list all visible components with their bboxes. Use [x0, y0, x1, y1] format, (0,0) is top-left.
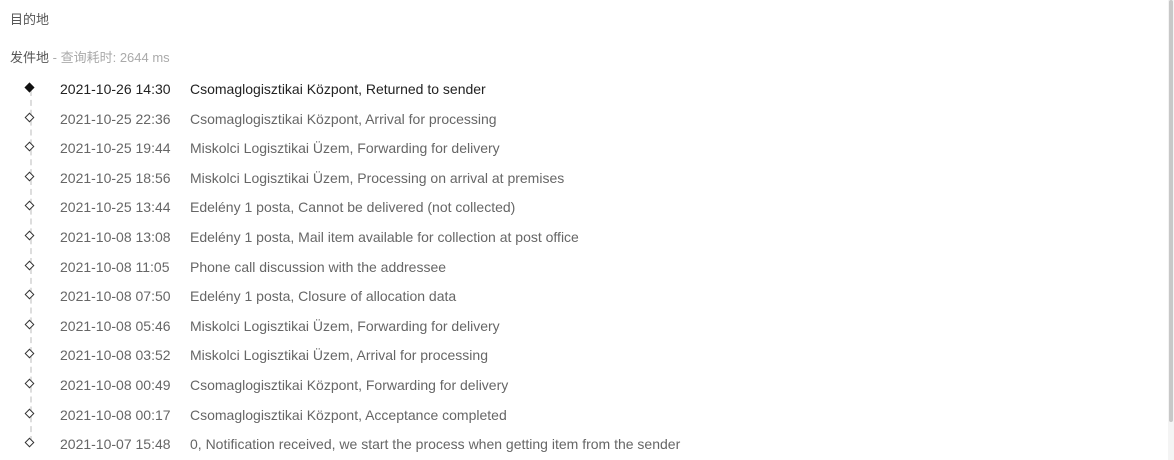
- event-time: 2021-10-08 11:05: [60, 258, 170, 275]
- event-time: 2021-10-25 22:36: [60, 110, 171, 127]
- event-description: Edelény 1 posta, Closure of allocation d…: [190, 288, 457, 305]
- event-description: Miskolci Logisztikai Üzem, Forwarding fo…: [190, 140, 500, 157]
- event-time: 2021-10-08 13:08: [60, 228, 171, 245]
- hollow-diamond-icon: [24, 289, 35, 300]
- origin-separator: -: [49, 50, 61, 65]
- hollow-diamond-icon: [24, 112, 35, 123]
- event-description: Csomaglogisztikai Központ, Acceptance co…: [190, 406, 507, 423]
- hollow-diamond-icon: [24, 141, 35, 152]
- event-time: 2021-10-26 14:30: [60, 81, 171, 97]
- event-description: Miskolci Logisztikai Üzem, Forwarding fo…: [190, 317, 500, 334]
- timeline-event: 2021-10-08 05:46 Miskolci Logisztikai Üze…: [0, 311, 1168, 341]
- hollow-diamond-icon: [24, 437, 35, 448]
- event-time: 2021-10-25 13:44: [60, 199, 171, 216]
- origin-label: 发件地: [10, 50, 50, 65]
- hollow-diamond-icon: [24, 319, 35, 330]
- timeline-event: 2021-10-08 13:08 Edelény 1 posta, Mail it…: [0, 222, 1168, 252]
- origin-line: 发件地 - 查询耗时: 2644 ms: [10, 47, 170, 66]
- event-time: 2021-10-08 05:46: [60, 317, 171, 334]
- event-description: Phone call discussion with the addressee: [190, 258, 447, 275]
- scrollbar-thumb[interactable]: [1169, 0, 1173, 422]
- timeline-event: 2021-10-08 00:49 Csomaglogisztikai Közpon…: [0, 370, 1168, 400]
- event-time: 2021-10-25 19:44: [60, 140, 171, 157]
- event-description: Edelény 1 posta, Cannot be delivered (no…: [190, 199, 516, 216]
- timeline-event: 2021-10-25 19:44 Miskolci Logisztikai Üze…: [0, 133, 1168, 163]
- event-time: 2021-10-08 07:50: [60, 288, 171, 305]
- event-description: Edelény 1 posta, Mail item available for…: [190, 228, 579, 245]
- vertical-scrollbar[interactable]: [1168, 0, 1174, 460]
- event-time: 2021-10-08 00:17: [60, 406, 171, 423]
- hollow-diamond-icon: [24, 200, 35, 211]
- event-description: Csomaglogisztikai Központ, Returned to s…: [190, 81, 486, 97]
- tracking-timeline: 2021-10-26 14:30 Csomaglogisztikai Közpon…: [0, 74, 1168, 459]
- timeline-event: 2021-10-25 18:56 Miskolci Logisztikai Üze…: [0, 163, 1168, 193]
- timeline-event: 2021-10-08 11:05 Phone call discussion wi…: [0, 252, 1168, 282]
- event-time: 2021-10-07 15:48: [60, 436, 171, 453]
- event-description: 0, Notification received, we start the p…: [190, 436, 681, 453]
- filled-diamond-icon: [24, 82, 35, 93]
- tracking-page: 目的地 发件地 - 查询耗时: 2644 ms 2021-10-26 14:30…: [0, 0, 1174, 460]
- hollow-diamond-icon: [24, 408, 35, 418]
- event-description: Csomaglogisztikai Központ, Forwarding fo…: [190, 376, 509, 393]
- query-time-label: 查询耗时:: [60, 50, 120, 65]
- timeline-event: 2021-10-25 13:44 Edelény 1 posta, Cannot …: [0, 192, 1168, 222]
- timeline-event: 2021-10-08 00:17 Csomaglogisztikai Közpon…: [0, 400, 1168, 430]
- hollow-diamond-icon: [24, 378, 35, 389]
- event-description: Miskolci Logisztikai Üzem, Arrival for p…: [190, 347, 488, 364]
- event-time: 2021-10-08 03:52: [60, 347, 171, 364]
- timeline-event: 2021-10-08 07:50 Edelény 1 posta, Closure…: [0, 281, 1168, 311]
- event-time: 2021-10-08 00:49: [60, 376, 171, 393]
- timeline-event: 2021-10-25 22:36 Csomaglogisztikai Közpon…: [0, 104, 1168, 134]
- timeline-event: 2021-10-08 03:52 Miskolci Logisztikai Üze…: [0, 340, 1168, 370]
- event-description: Csomaglogisztikai Központ, Arrival for p…: [190, 110, 497, 127]
- timeline-event: 2021-10-26 14:30 Csomaglogisztikai Közpon…: [0, 74, 1168, 104]
- query-time-value: 2644: [119, 50, 149, 65]
- hollow-diamond-icon: [24, 171, 35, 182]
- hollow-diamond-icon: [24, 348, 35, 359]
- timeline-event: 2021-10-07 15:48 0, Notification received…: [0, 429, 1168, 459]
- query-time-unit: ms: [148, 50, 170, 65]
- event-description: Miskolci Logisztikai Üzem, Processing on…: [190, 169, 565, 186]
- hollow-diamond-icon: [24, 230, 35, 241]
- event-time: 2021-10-25 18:56: [60, 169, 171, 186]
- hollow-diamond-icon: [24, 260, 35, 271]
- destination-label: 目的地: [10, 12, 50, 27]
